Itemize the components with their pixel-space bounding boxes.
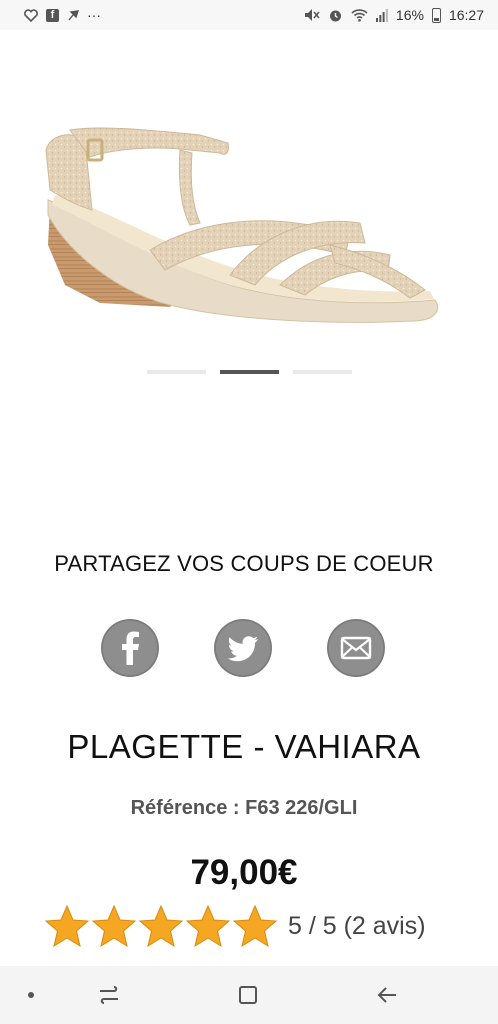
carousel-dot-1[interactable] <box>146 370 206 374</box>
more-icon: ··· <box>87 7 101 23</box>
product-price: 79,00€ <box>190 853 298 892</box>
rating-text: 5 / 5 (2 avis) <box>288 911 426 940</box>
signal-icon <box>375 8 388 22</box>
notification-icons: f ··· <box>24 7 101 23</box>
star-icon <box>185 904 231 948</box>
recent-apps-icon <box>100 986 118 1004</box>
share-email-button[interactable] <box>327 619 385 677</box>
facebook-icon <box>101 619 159 677</box>
share-twitter-button[interactable] <box>214 619 272 677</box>
star-icon <box>91 904 137 948</box>
carousel-indicators <box>0 370 498 374</box>
carousel-dot-3[interactable] <box>292 370 352 374</box>
share-buttons <box>101 619 391 677</box>
share-title: PARTAGEZ VOS COUPS DE COEUR <box>54 551 434 576</box>
status-bar: f ··· 16% 16:27 <box>0 0 498 30</box>
alarm-icon <box>328 8 343 23</box>
battery-percent: 16% <box>395 7 424 23</box>
product-rating[interactable]: 5 / 5 (2 avis) <box>44 904 426 948</box>
wifi-icon <box>351 8 368 22</box>
product-name: PLAGETTE - VAHIARA <box>67 728 421 765</box>
sandal-image <box>45 127 439 323</box>
back-icon <box>377 987 396 1003</box>
star-icon <box>232 904 278 948</box>
product-image[interactable] <box>30 95 470 345</box>
navigation-bar <box>0 966 498 1024</box>
carousel-dot-2[interactable] <box>219 370 279 374</box>
heart-icon <box>24 8 38 22</box>
facebook-icon: f <box>46 8 59 22</box>
dot-icon <box>28 992 34 998</box>
nav-back-button[interactable] <box>372 980 402 1010</box>
battery-icon <box>431 7 441 23</box>
twitter-icon <box>214 619 272 677</box>
share-facebook-button[interactable] <box>101 619 159 677</box>
product-reference: Référence : F63 226/GLI <box>130 797 358 819</box>
clock: 16:27 <box>448 7 484 23</box>
nav-dot-button[interactable] <box>16 980 46 1010</box>
star-icon <box>44 904 90 948</box>
rating-stars <box>44 904 278 948</box>
mute-icon <box>304 8 320 22</box>
nav-home-button[interactable] <box>233 980 263 1010</box>
pin-icon <box>67 9 79 21</box>
mail-icon <box>327 619 385 677</box>
home-icon <box>239 986 257 1004</box>
star-icon <box>138 904 184 948</box>
nav-recent-apps-button[interactable] <box>94 980 124 1010</box>
system-icons: 16% 16:27 <box>304 7 484 23</box>
